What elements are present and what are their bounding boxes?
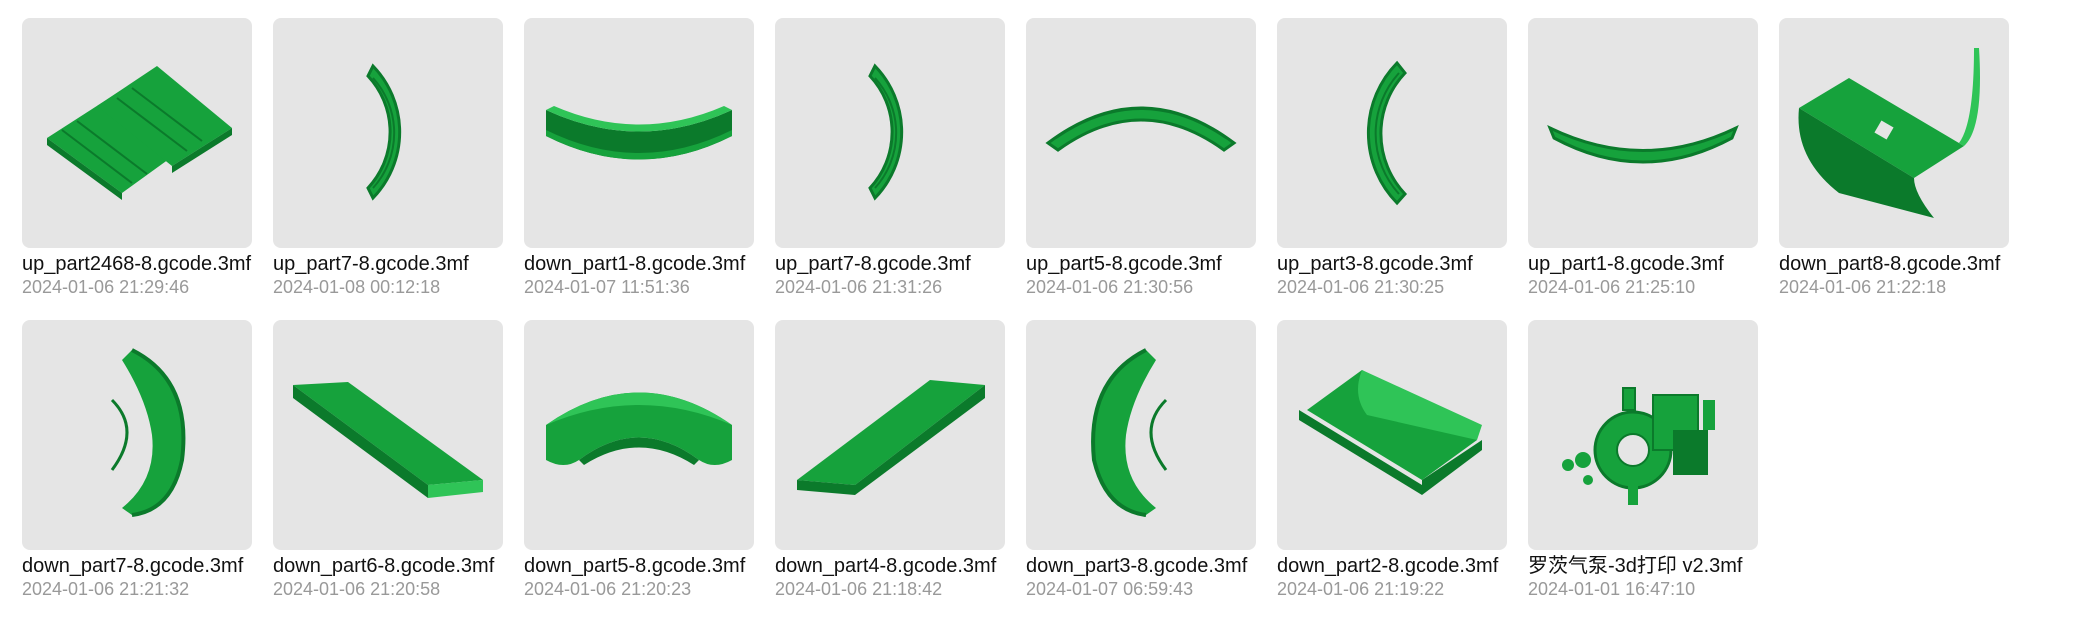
file-thumbnail[interactable]: [1277, 18, 1507, 248]
file-date: 2024-01-06 21:22:18: [1779, 277, 1947, 297]
file-card[interactable]: down_part3-8.gcode.3mf 2024-01-07 06:59:4…: [1026, 320, 1256, 599]
file-date: 2024-01-06 21:20:23: [524, 579, 692, 599]
model-preview-image: [1366, 60, 1408, 206]
file-date: 2024-01-06 21:20:58: [273, 579, 441, 599]
file-date: 2024-01-06 21:19:22: [1277, 579, 1445, 599]
file-thumbnail[interactable]: [22, 320, 252, 550]
file-date: 2024-01-06 21:18:42: [775, 579, 943, 599]
file-card[interactable]: down_part4-8.gcode.3mf 2024-01-06 21:18:4…: [775, 320, 1005, 599]
model-preview-image: [366, 63, 402, 201]
model-preview-image: [1798, 48, 1980, 218]
file-date: 2024-01-06 21:30:25: [1277, 277, 1445, 297]
model-preview-image: [797, 380, 985, 495]
model-preview-image: [546, 392, 732, 465]
file-thumbnail[interactable]: [1528, 18, 1758, 248]
model-preview-image: [1547, 124, 1739, 164]
file-card[interactable]: up_part7-8.gcode.3mf 2024-01-06 21:31:26: [775, 18, 1005, 297]
file-card[interactable]: down_part6-8.gcode.3mf 2024-01-06 21:20:5…: [273, 320, 503, 599]
model-preview-image: [1091, 348, 1168, 517]
file-card[interactable]: up_part1-8.gcode.3mf 2024-01-06 21:25:10: [1528, 18, 1758, 297]
file-name: down_part5-8.gcode.3mf: [524, 555, 746, 577]
file-card[interactable]: down_part8-8.gcode.3mf 2024-01-06 21:22:1…: [1779, 18, 2009, 297]
file-thumbnail[interactable]: [524, 18, 754, 248]
file-date: 2024-01-06 21:31:26: [775, 277, 943, 297]
file-grid: up_part2468-8.gcode.3mf 2024-01-06 21:29:…: [22, 18, 2009, 599]
file-name: down_part4-8.gcode.3mf: [775, 555, 997, 577]
model-preview-image: [868, 63, 904, 201]
file-card[interactable]: down_part7-8.gcode.3mf 2024-01-06 21:21:3…: [22, 320, 252, 599]
file-card[interactable]: up_part2468-8.gcode.3mf 2024-01-06 21:29:…: [22, 18, 252, 297]
file-thumbnail[interactable]: [1528, 320, 1758, 550]
file-date: 2024-01-06 21:21:32: [22, 579, 190, 599]
model-preview-image: [546, 106, 732, 160]
model-preview-image: [1045, 106, 1237, 152]
model-preview-image: [293, 382, 483, 498]
file-name: down_part3-8.gcode.3mf: [1026, 555, 1248, 577]
file-card[interactable]: up_part5-8.gcode.3mf 2024-01-06 21:30:56: [1026, 18, 1256, 297]
file-name: down_part1-8.gcode.3mf: [524, 253, 746, 275]
file-name: 罗茨气泵-3d打印 v2.3mf: [1528, 555, 1743, 577]
file-name: up_part5-8.gcode.3mf: [1026, 253, 1222, 275]
file-name: down_part2-8.gcode.3mf: [1277, 555, 1499, 577]
file-card[interactable]: up_part3-8.gcode.3mf 2024-01-06 21:30:25: [1277, 18, 1507, 297]
file-card[interactable]: 罗茨气泵-3d打印 v2.3mf 2024-01-01 16:47:10: [1528, 320, 1758, 599]
file-thumbnail[interactable]: [775, 18, 1005, 248]
file-thumbnail[interactable]: [273, 18, 503, 248]
file-date: 2024-01-08 00:12:18: [273, 277, 441, 297]
file-name: up_part2468-8.gcode.3mf: [22, 253, 252, 275]
model-preview-image: [47, 66, 232, 200]
file-card[interactable]: down_part2-8.gcode.3mf 2024-01-06 21:19:2…: [1277, 320, 1507, 599]
file-date: 2024-01-07 11:51:36: [524, 277, 690, 297]
file-name: up_part1-8.gcode.3mf: [1528, 253, 1724, 275]
file-name: up_part7-8.gcode.3mf: [775, 253, 971, 275]
file-thumbnail[interactable]: [1026, 320, 1256, 550]
file-thumbnail[interactable]: [1277, 320, 1507, 550]
file-date: 2024-01-07 06:59:43: [1026, 579, 1194, 599]
file-thumbnail[interactable]: [22, 18, 252, 248]
file-date: 2024-01-06 21:25:10: [1528, 277, 1696, 297]
file-date: 2024-01-06 21:30:56: [1026, 277, 1194, 297]
file-thumbnail[interactable]: [524, 320, 754, 550]
file-name: down_part7-8.gcode.3mf: [22, 555, 244, 577]
file-card[interactable]: down_part1-8.gcode.3mf 2024-01-07 11:51:3…: [524, 18, 754, 297]
model-preview-image: [110, 348, 186, 517]
file-thumbnail[interactable]: [1779, 18, 2009, 248]
file-date: 2024-01-01 16:47:10: [1528, 579, 1696, 599]
file-thumbnail[interactable]: [775, 320, 1005, 550]
model-preview-image: [1562, 387, 1715, 505]
file-card[interactable]: up_part7-8.gcode.3mf 2024-01-08 00:12:18: [273, 18, 503, 297]
file-thumbnail[interactable]: [1026, 18, 1256, 248]
file-thumbnail[interactable]: [273, 320, 503, 550]
file-date: 2024-01-06 21:29:46: [22, 277, 190, 297]
file-name: up_part7-8.gcode.3mf: [273, 253, 469, 275]
file-card[interactable]: down_part5-8.gcode.3mf 2024-01-06 21:20:2…: [524, 320, 754, 599]
file-name: down_part8-8.gcode.3mf: [1779, 253, 2001, 275]
file-name: up_part3-8.gcode.3mf: [1277, 253, 1473, 275]
model-preview-image: [1299, 370, 1482, 495]
file-name: down_part6-8.gcode.3mf: [273, 555, 495, 577]
